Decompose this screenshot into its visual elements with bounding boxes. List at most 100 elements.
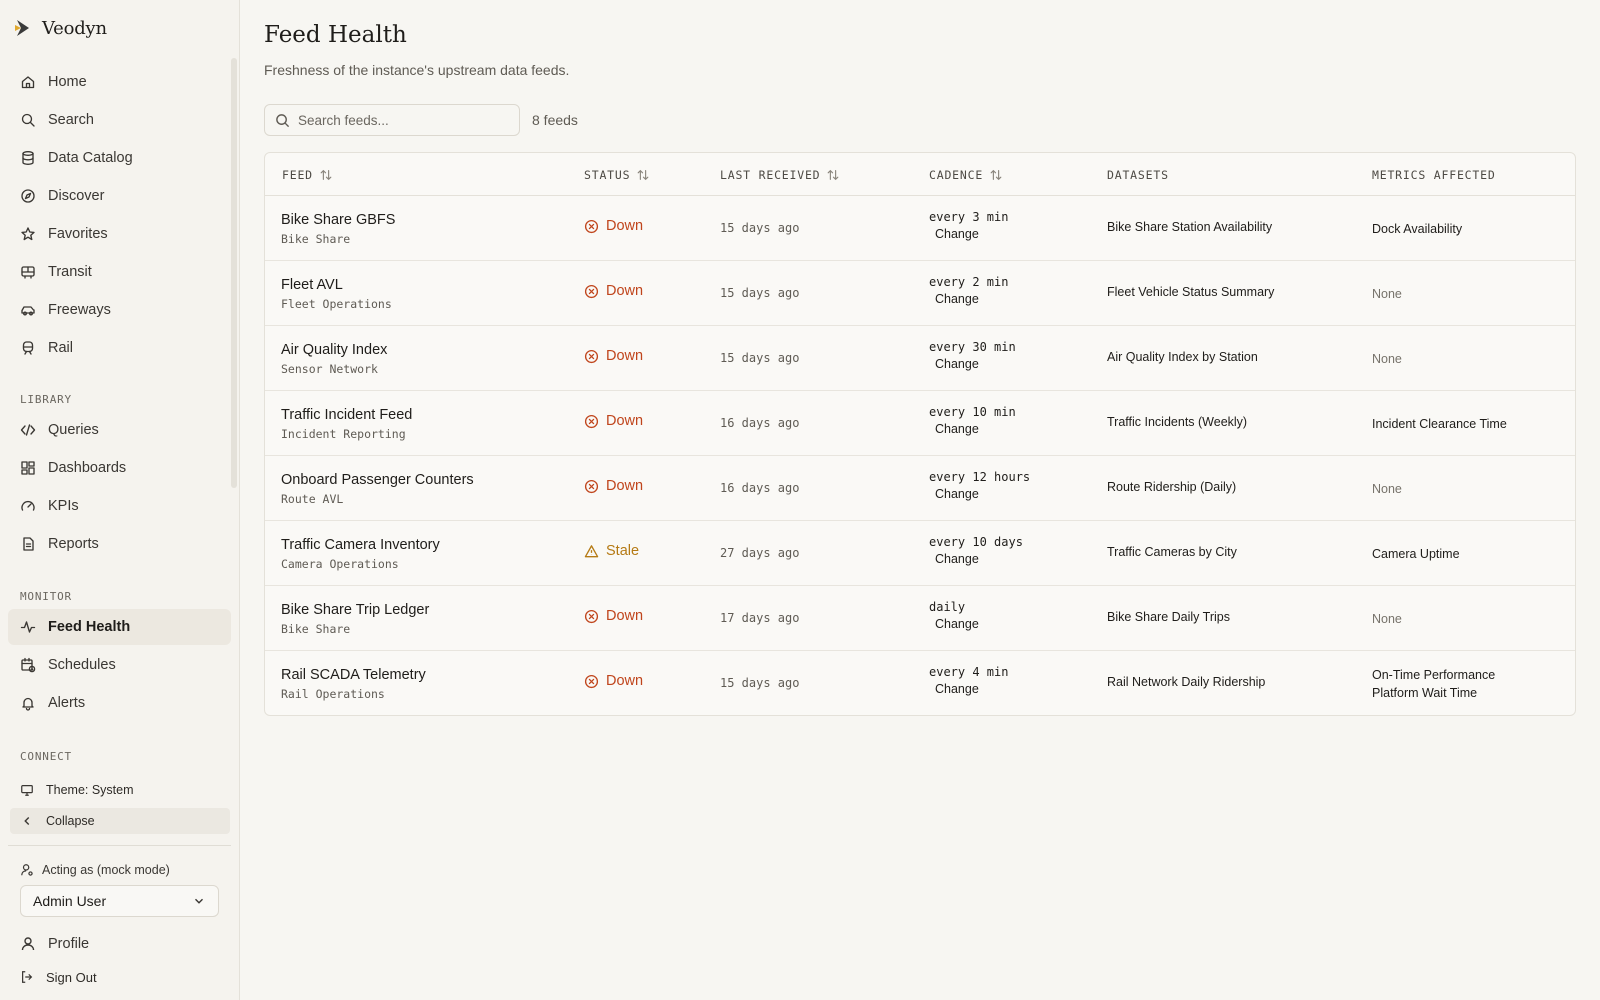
cadence-cell: every 10 min Change [929, 405, 1016, 438]
table-row[interactable]: Bike Share GBFS Bike Share Down 15 days ago… [265, 196, 1575, 261]
table-row[interactable]: Bike Share Trip Ledger Bike Share Down 17 d… [265, 586, 1575, 651]
brand[interactable]: Veodyn [12, 14, 107, 42]
sidebar-item-label: Home [48, 74, 87, 90]
sidebar-item-queries[interactable]: Queries [8, 412, 231, 448]
dataset-link[interactable]: Rail Network Daily Ridership [1107, 675, 1265, 689]
change-cadence-button[interactable]: Change [935, 357, 979, 371]
sort-icon [828, 169, 839, 180]
acting-user-select[interactable]: Admin User [20, 885, 219, 917]
sidebar-item-label: Schedules [48, 657, 116, 673]
last-received: 15 days ago [720, 221, 800, 235]
sidebar-scrollbar[interactable] [231, 58, 237, 488]
table-row[interactable]: Rail SCADA Telemetry Rail Operations Down 1… [265, 651, 1575, 715]
change-cadence-button[interactable]: Change [935, 487, 979, 501]
dataset-link[interactable]: Air Quality Index by Station [1107, 350, 1258, 364]
sidebar-item-data-catalog[interactable]: Data Catalog [8, 140, 231, 176]
table-row[interactable]: Onboard Passenger Counters Route AVL Down 1… [265, 456, 1575, 521]
cadence-value: every 3 min [929, 210, 1009, 224]
sort-icon [320, 169, 332, 180]
feed-owner: Bike Share [281, 622, 351, 636]
sidebar-item-rail[interactable]: Rail [8, 330, 231, 366]
collapse-button[interactable]: Collapse [10, 808, 230, 834]
column-header-last-received[interactable]: LAST RECEIVED [720, 153, 840, 196]
feed-name[interactable]: Air Quality Index [281, 342, 387, 358]
metrics-cell: None [1372, 610, 1402, 628]
theme-toggle[interactable]: Theme: System [10, 777, 230, 803]
sidebar-item-dashboards[interactable]: Dashboards [8, 450, 231, 486]
feed-name[interactable]: Bike Share Trip Ledger [281, 602, 429, 618]
status-badge: Down [584, 413, 643, 429]
status-label: Down [606, 218, 644, 234]
dataset-link[interactable]: Bike Share Station Availability [1107, 220, 1272, 234]
feed-name[interactable]: Traffic Camera Inventory [281, 537, 440, 553]
chevron-left-icon [24, 817, 30, 825]
cadence-value: every 10 days [929, 535, 1023, 549]
metric-link[interactable]: Dock Availability [1372, 220, 1462, 238]
dataset-link[interactable]: Route Ridership (Daily) [1107, 480, 1236, 494]
column-header-feed[interactable]: FEED [282, 153, 333, 196]
metric-link[interactable]: Platform Wait Time [1372, 684, 1495, 702]
feed-name[interactable]: Bike Share GBFS [281, 212, 395, 228]
change-cadence-button[interactable]: Change [935, 617, 979, 631]
cadence-value: every 30 min [929, 340, 1016, 354]
dataset-link[interactable]: Bike Share Daily Trips [1107, 610, 1230, 624]
change-cadence-button[interactable]: Change [935, 682, 979, 696]
status-label: Down [606, 608, 644, 624]
sidebar-item-home[interactable]: Home [8, 64, 231, 100]
sidebar-item-label: Transit [48, 264, 92, 280]
sidebar-item-transit[interactable]: Transit [8, 254, 231, 290]
profile-link[interactable]: Profile [8, 926, 231, 962]
search-input[interactable] [298, 112, 508, 128]
feed-cell: Traffic Incident Feed Incident Reporting [281, 407, 412, 441]
feed-name[interactable]: Fleet AVL [281, 277, 392, 293]
page-subtitle: Freshness of the instance's upstream dat… [264, 62, 570, 78]
sidebar-item-discover[interactable]: Discover [8, 178, 231, 214]
feed-owner: Bike Share [281, 232, 351, 246]
profile-label: Profile [48, 936, 90, 952]
sidebar-item-search[interactable]: Search [8, 102, 231, 138]
change-cadence-button[interactable]: Change [935, 292, 979, 306]
sidebar-item-favorites[interactable]: Favorites [8, 216, 231, 252]
change-cadence-button[interactable]: Change [935, 227, 979, 241]
sidebar-item-freeways[interactable]: Freeways [8, 292, 231, 328]
dataset-link[interactable]: Fleet Vehicle Status Summary [1107, 285, 1274, 299]
metric-link[interactable]: On-Time Performance [1372, 666, 1495, 684]
gauge-icon [21, 500, 35, 511]
change-cadence-button[interactable]: Change [935, 552, 979, 566]
bell-icon [22, 697, 34, 711]
cadence-value: every 2 min [929, 275, 1009, 289]
feed-count: 8 feeds [532, 112, 578, 128]
column-header-status[interactable]: STATUS [584, 153, 650, 196]
feed-name[interactable]: Onboard Passenger Counters [281, 472, 474, 488]
feed-search[interactable] [264, 104, 520, 136]
table-row[interactable]: Traffic Camera Inventory Camera Operation… [265, 521, 1575, 586]
column-header-cadence[interactable]: CADENCE [929, 153, 1003, 196]
feed-name[interactable]: Traffic Incident Feed [281, 407, 412, 423]
status-badge: Stale [584, 543, 639, 559]
sidebar-item-feed-health[interactable]: Feed Health [8, 609, 231, 645]
sidebar-item-schedules[interactable]: Schedules [8, 647, 231, 683]
last-received: 27 days ago [720, 546, 800, 560]
section-label-library: LIBRARY [20, 393, 72, 406]
search-icon [276, 113, 290, 127]
last-received: 15 days ago [720, 286, 800, 300]
table-row[interactable]: Traffic Incident Feed Incident Reporting D… [265, 391, 1575, 456]
sign-out-link[interactable]: Sign Out [10, 964, 230, 990]
sidebar: Veodyn Home Search Data Catalog Discover Fav… [0, 0, 240, 1000]
train-icon [22, 341, 34, 355]
feed-name[interactable]: Rail SCADA Telemetry [281, 667, 426, 683]
dataset-link[interactable]: Traffic Cameras by City [1107, 545, 1237, 559]
sidebar-item-reports[interactable]: Reports [8, 526, 231, 562]
metrics-cell: None [1372, 480, 1402, 498]
metric-none: None [1372, 482, 1402, 496]
table-row[interactable]: Fleet AVL Fleet Operations Down 15 days ago… [265, 261, 1575, 326]
dataset-link[interactable]: Traffic Incidents (Weekly) [1107, 415, 1247, 429]
feed-owner: Route AVL [281, 492, 344, 506]
metric-link[interactable]: Incident Clearance Time [1372, 415, 1507, 433]
sidebar-item-kpis[interactable]: KPIs [8, 488, 231, 524]
change-cadence-button[interactable]: Change [935, 422, 979, 436]
sidebar-item-alerts[interactable]: Alerts [8, 685, 231, 721]
table-row[interactable]: Air Quality Index Sensor Network Down 15 da… [265, 326, 1575, 391]
metric-link[interactable]: Camera Uptime [1372, 545, 1460, 563]
status-label: Down [606, 283, 644, 299]
